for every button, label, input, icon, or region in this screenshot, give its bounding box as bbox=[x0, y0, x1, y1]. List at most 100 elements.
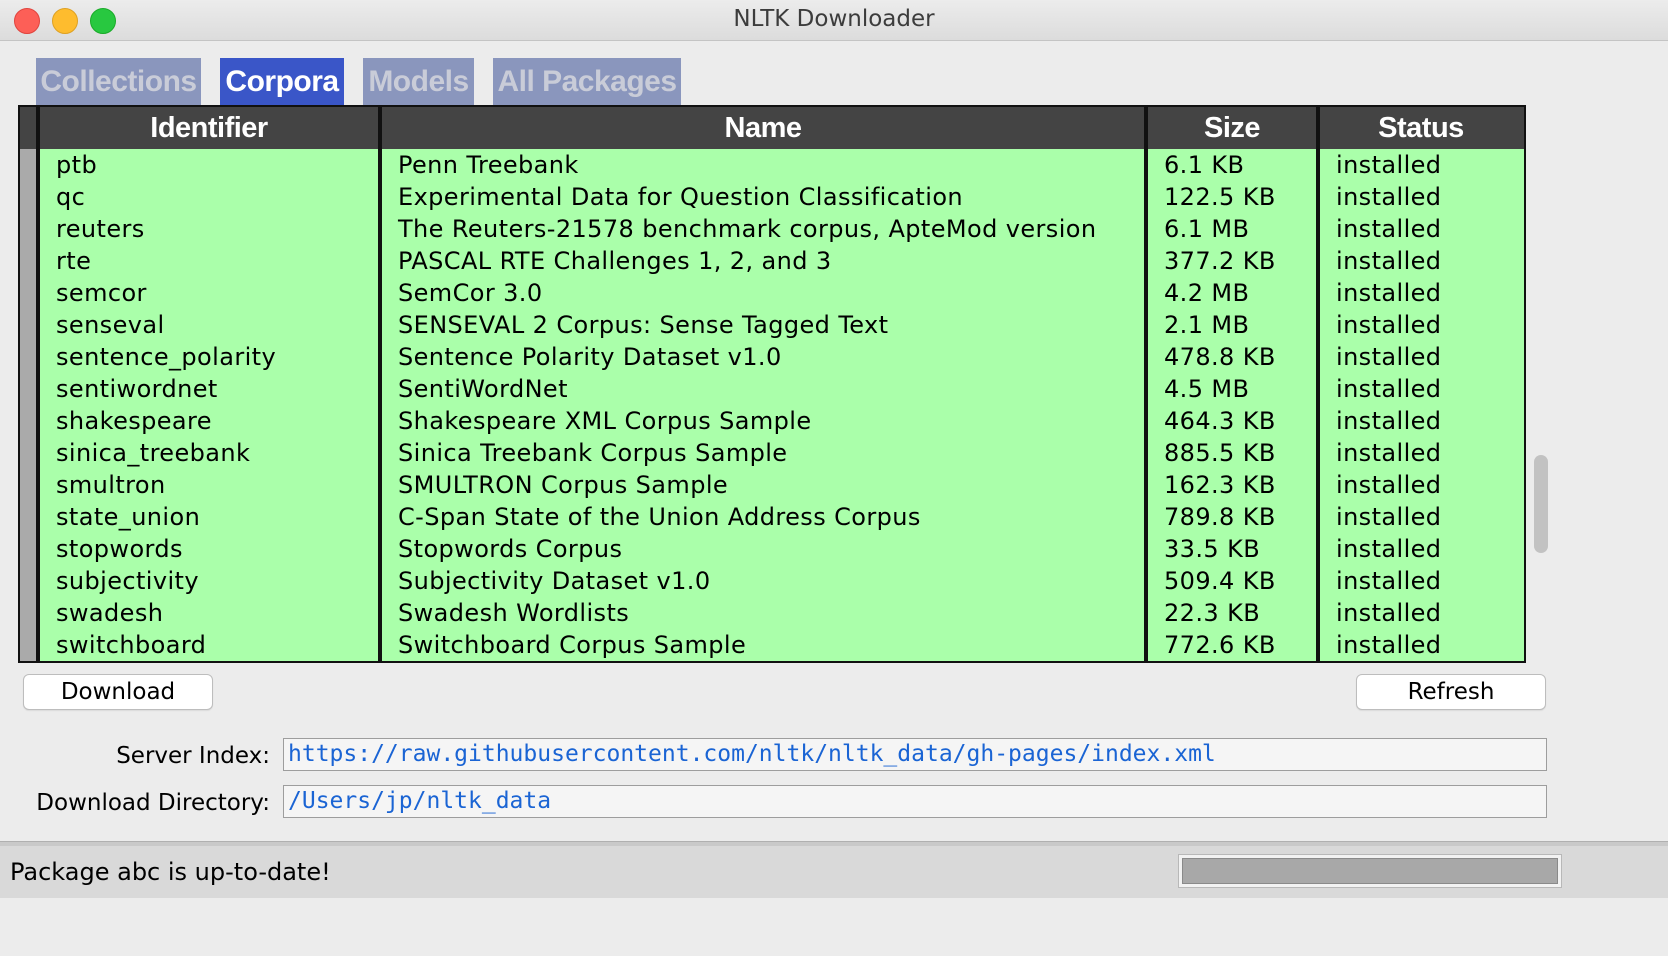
progress-bar bbox=[1178, 854, 1562, 888]
server-index-label: Server Index: bbox=[116, 743, 270, 769]
cell-status: installed bbox=[1336, 375, 1442, 403]
cell-status: installed bbox=[1336, 151, 1442, 179]
cell-identifier: state_union bbox=[56, 503, 201, 531]
cell-name: SentiWordNet bbox=[398, 375, 568, 403]
column-header-name[interactable]: Name bbox=[380, 107, 1146, 149]
cell-name: SemCor 3.0 bbox=[398, 279, 543, 307]
download-button[interactable]: Download bbox=[23, 674, 213, 710]
table-row[interactable]: swadesh Swadesh Wordlists 22.3 KB installed bbox=[20, 597, 1524, 629]
cell-identifier: switchboard bbox=[56, 631, 207, 659]
table-row[interactable]: reuters The Reuters-21578 benchmark corpu… bbox=[20, 213, 1524, 245]
server-index-input[interactable]: https://raw.githubusercontent.com/nltk/n… bbox=[283, 738, 1547, 771]
cell-status: installed bbox=[1336, 503, 1442, 531]
column-divider bbox=[36, 107, 40, 661]
cell-size: 4.5 MB bbox=[1164, 375, 1250, 403]
cell-identifier: subjectivity bbox=[56, 567, 199, 595]
cell-name: Shakespeare XML Corpus Sample bbox=[398, 407, 812, 435]
table-row[interactable]: sinica_treebank Sinica Treebank Corpus Sa… bbox=[20, 437, 1524, 469]
download-directory-label: Download Directory: bbox=[36, 790, 270, 816]
cell-size: 4.2 MB bbox=[1164, 279, 1250, 307]
table-row[interactable]: smultron SMULTRON Corpus Sample 162.3 KB in… bbox=[20, 469, 1524, 501]
cell-name: Subjectivity Dataset v1.0 bbox=[398, 567, 711, 595]
cell-status: installed bbox=[1336, 279, 1442, 307]
cell-status: installed bbox=[1336, 567, 1442, 595]
refresh-button[interactable]: Refresh bbox=[1356, 674, 1546, 710]
cell-identifier: ptb bbox=[56, 151, 98, 179]
cell-identifier: stopwords bbox=[56, 535, 183, 563]
cell-identifier: qc bbox=[56, 183, 86, 211]
cell-size: 772.6 KB bbox=[1164, 631, 1276, 659]
cell-status: installed bbox=[1336, 407, 1442, 435]
table-scrollbar[interactable] bbox=[1528, 147, 1550, 663]
cell-identifier: shakespeare bbox=[56, 407, 212, 435]
table-row[interactable]: sentence_polarity Sentence Polarity Datas… bbox=[20, 341, 1524, 373]
table-row[interactable]: rte PASCAL RTE Challenges 1, 2, and 3 377.… bbox=[20, 245, 1524, 277]
cell-size: 6.1 MB bbox=[1164, 215, 1250, 243]
tab-corpora[interactable]: Corpora bbox=[220, 58, 344, 106]
tab-models[interactable]: Models bbox=[363, 58, 474, 106]
cell-identifier: rte bbox=[56, 247, 92, 275]
package-table: Identifier Name Size Status ptb Penn Tree… bbox=[18, 105, 1526, 663]
column-header-identifier[interactable]: Identifier bbox=[38, 107, 380, 149]
cell-status: installed bbox=[1336, 183, 1442, 211]
cell-identifier: semcor bbox=[56, 279, 147, 307]
column-header-status[interactable]: Status bbox=[1318, 107, 1524, 149]
cell-status: installed bbox=[1336, 535, 1442, 563]
cell-identifier: senseval bbox=[56, 311, 165, 339]
cell-status: installed bbox=[1336, 631, 1442, 659]
progress-bar-fill bbox=[1182, 858, 1558, 884]
table-row[interactable]: switchboard Switchboard Corpus Sample 772.… bbox=[20, 629, 1524, 661]
cell-status: installed bbox=[1336, 439, 1442, 467]
column-divider bbox=[378, 107, 382, 661]
cell-status: installed bbox=[1336, 471, 1442, 499]
cell-name: Experimental Data for Question Classific… bbox=[398, 183, 964, 211]
cell-name: SMULTRON Corpus Sample bbox=[398, 471, 729, 499]
column-header-size[interactable]: Size bbox=[1146, 107, 1318, 149]
cell-identifier: reuters bbox=[56, 215, 145, 243]
download-directory-input[interactable]: /Users/jp/nltk_data bbox=[283, 785, 1547, 818]
cell-identifier: sentiwordnet bbox=[56, 375, 218, 403]
cell-identifier: sinica_treebank bbox=[56, 439, 251, 467]
cell-identifier: sentence_polarity bbox=[56, 343, 277, 371]
downloader-content: Collections Corpora Models All Packages … bbox=[0, 41, 1668, 898]
table-row[interactable]: ptb Penn Treebank 6.1 KB installed bbox=[20, 149, 1524, 181]
cell-name: Sentence Polarity Dataset v1.0 bbox=[398, 343, 782, 371]
cell-name: The Reuters-21578 benchmark corpus, Apte… bbox=[398, 215, 1097, 243]
table-row[interactable]: qc Experimental Data for Question Classif… bbox=[20, 181, 1524, 213]
cell-size: 377.2 KB bbox=[1164, 247, 1276, 275]
table-row[interactable]: stopwords Stopwords Corpus 33.5 KB installe… bbox=[20, 533, 1524, 565]
table-row[interactable]: semcor SemCor 3.0 4.2 MB installed bbox=[20, 277, 1524, 309]
cell-size: 33.5 KB bbox=[1164, 535, 1261, 563]
title-bar: NLTK Downloader bbox=[0, 0, 1668, 41]
table-row[interactable]: senseval SENSEVAL 2 Corpus: Sense Tagged … bbox=[20, 309, 1524, 341]
table-row[interactable]: shakespeare Shakespeare XML Corpus Sample… bbox=[20, 405, 1524, 437]
cell-name: C-Span State of the Union Address Corpus bbox=[398, 503, 921, 531]
cell-identifier: smultron bbox=[56, 471, 166, 499]
cell-size: 122.5 KB bbox=[1164, 183, 1276, 211]
table-header: Identifier Name Size Status bbox=[20, 107, 1524, 149]
column-divider bbox=[1144, 107, 1148, 661]
cell-size: 2.1 MB bbox=[1164, 311, 1250, 339]
table-row[interactable]: subjectivity Subjectivity Dataset v1.0 509… bbox=[20, 565, 1524, 597]
status-message: Package abc is up-to-date! bbox=[10, 858, 331, 886]
cell-size: 6.1 KB bbox=[1164, 151, 1245, 179]
table-row[interactable]: state_union C-Span State of the Union Add… bbox=[20, 501, 1524, 533]
cell-status: installed bbox=[1336, 343, 1442, 371]
cell-size: 789.8 KB bbox=[1164, 503, 1276, 531]
cell-status: installed bbox=[1336, 215, 1442, 243]
cell-name: PASCAL RTE Challenges 1, 2, and 3 bbox=[398, 247, 832, 275]
cell-status: installed bbox=[1336, 311, 1442, 339]
cell-name: SENSEVAL 2 Corpus: Sense Tagged Text bbox=[398, 311, 889, 339]
tab-all-packages[interactable]: All Packages bbox=[493, 58, 681, 106]
table-row[interactable]: sentiwordnet SentiWordNet 4.5 MB installed bbox=[20, 373, 1524, 405]
cell-identifier: swadesh bbox=[56, 599, 164, 627]
tab-collections[interactable]: Collections bbox=[36, 58, 201, 106]
cell-size: 162.3 KB bbox=[1164, 471, 1276, 499]
cell-size: 509.4 KB bbox=[1164, 567, 1276, 595]
status-bar: Package abc is up-to-date! bbox=[0, 846, 1668, 898]
cell-name: Switchboard Corpus Sample bbox=[398, 631, 747, 659]
cell-status: installed bbox=[1336, 247, 1442, 275]
cell-size: 464.3 KB bbox=[1164, 407, 1276, 435]
cell-name: Swadesh Wordlists bbox=[398, 599, 630, 627]
scrollbar-thumb[interactable] bbox=[1534, 455, 1548, 553]
